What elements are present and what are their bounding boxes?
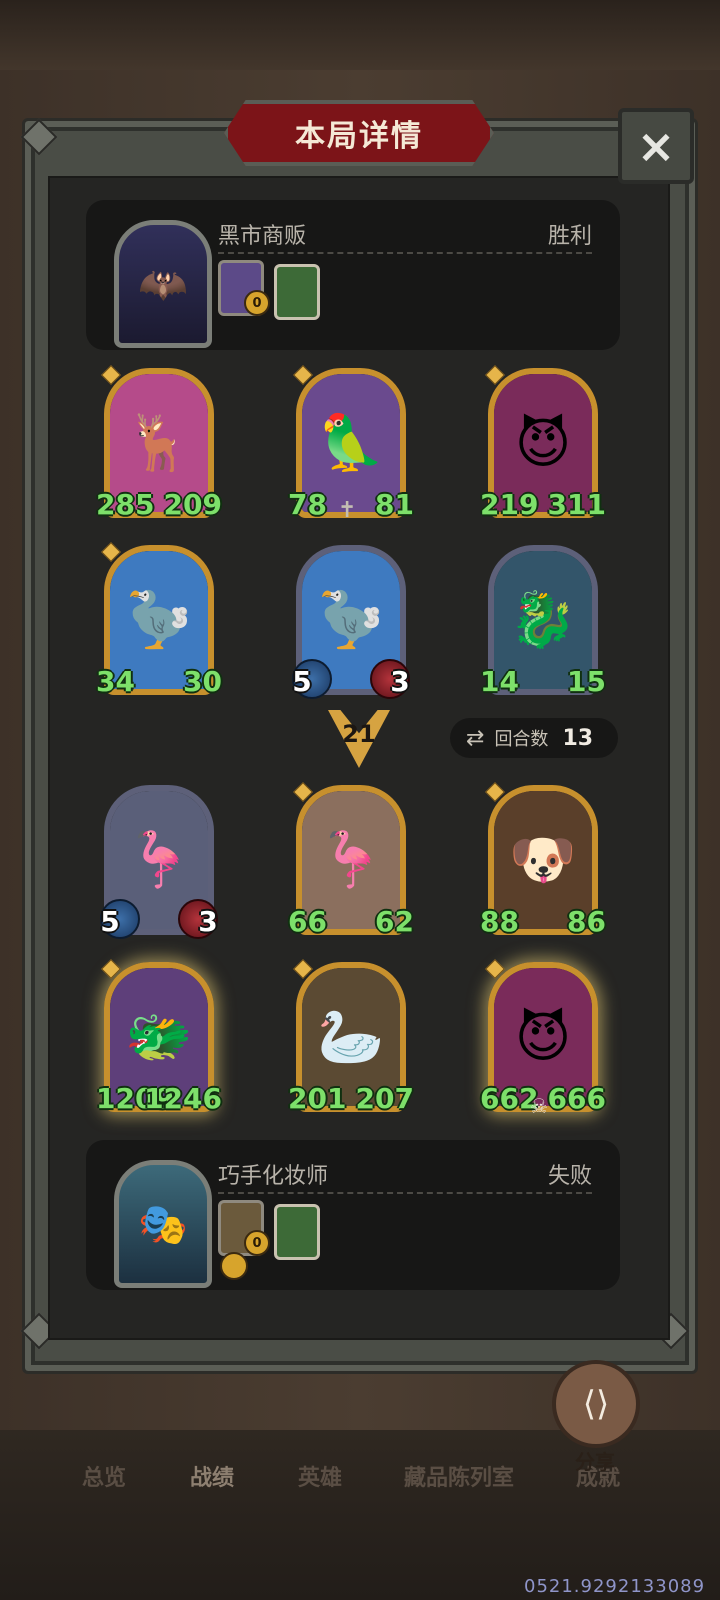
close-button[interactable]: × — [618, 108, 694, 184]
health-value: 209 — [163, 488, 222, 521]
nav-overview[interactable]: 总览 — [82, 1460, 126, 1492]
minion-card[interactable]: 🐶 88 86 — [480, 782, 606, 938]
minion-card[interactable]: 🐉 14 15 — [480, 545, 606, 698]
share-icon: ⟨⟩ — [582, 1384, 610, 1424]
loser-name: 巧手化妆师 — [218, 1164, 329, 1189]
health-value: 15 — [567, 665, 606, 698]
rounds-value: 13 — [562, 725, 594, 751]
nav-heroes[interactable]: 英雄 — [298, 1460, 342, 1492]
loser-portrait[interactable]: 🎭 — [114, 1160, 212, 1288]
attack-value: 34 — [96, 665, 135, 698]
health-value: 207 — [355, 1082, 414, 1115]
coin-count-badge: 0 — [244, 290, 270, 316]
coin-count-badge: 0 — [244, 1230, 270, 1256]
minion-card[interactable]: 🦌 285 209 — [96, 365, 222, 521]
winner-portrait[interactable]: 🦇 — [114, 220, 212, 348]
minion-card[interactable]: 🦤 34 30 — [96, 542, 222, 698]
rounds-badge: ⇄ 回合数 13 — [450, 718, 618, 758]
minion-card[interactable]: 😈 662 666 — [480, 959, 606, 1115]
health-value: 3 — [198, 905, 218, 938]
watermark: 0521.9292133089 — [524, 1576, 706, 1597]
health-value: 1246 — [144, 1082, 222, 1115]
attack-value: 5 — [292, 665, 312, 698]
damage-value: 21 — [342, 720, 376, 748]
grave-icon: ✝ — [338, 498, 357, 523]
book-icon[interactable] — [274, 264, 320, 320]
minion-card[interactable]: 🦜 78 81 — [288, 365, 414, 521]
dialog-title-banner: 本局详情 — [224, 100, 494, 166]
refresh-icon: ⇄ — [466, 725, 485, 751]
minion-card[interactable]: 😈 219 311 — [480, 365, 606, 521]
minion-card[interactable]: 🦢 201 207 — [288, 959, 414, 1115]
attack-value: 201 — [288, 1082, 347, 1115]
attack-value: 219 — [480, 488, 539, 521]
close-icon[interactable]: × — [637, 119, 676, 173]
minion-card[interactable]: 🦩 5 3 — [100, 785, 218, 939]
makeup-artist-hero-icon: 🎭 — [138, 1201, 188, 1248]
divider — [218, 1192, 592, 1194]
nav-collection[interactable]: 藏品陈列室 — [404, 1460, 514, 1492]
health-value: 86 — [567, 905, 606, 938]
attack-value: 88 — [480, 905, 519, 938]
winner-panel: 🦇 黑市商贩 胜利 0 — [86, 200, 620, 350]
minion-card[interactable]: 🦤 5 3 — [292, 545, 410, 699]
nav-records[interactable]: 战绩 — [190, 1460, 234, 1492]
minion-card[interactable]: 🐲 1209 1246 — [96, 959, 222, 1115]
health-value: 30 — [183, 665, 222, 698]
health-value: 666 — [547, 1082, 606, 1115]
attack-value: 285 — [96, 488, 155, 521]
coin-icon[interactable] — [220, 1252, 248, 1280]
skull-icon: ☠ — [530, 1094, 548, 1118]
share-label[interactable]: 分享 — [552, 1446, 638, 1475]
health-value: 81 — [375, 488, 414, 521]
loser-panel: 🎭 巧手化妆师 失败 0 — [86, 1140, 620, 1290]
share-button[interactable]: ⟨⟩ — [552, 1360, 640, 1448]
loser-result: 失败 — [547, 1164, 592, 1189]
dialog-title: 本局详情 — [295, 119, 423, 154]
winner-result: 胜利 — [547, 224, 592, 249]
winner-name: 黑市商贩 — [218, 224, 307, 249]
book-icon[interactable] — [274, 1204, 320, 1260]
divider — [218, 252, 592, 254]
health-value: 62 — [375, 905, 414, 938]
minion-card[interactable]: 🦩 66 62 — [288, 782, 414, 938]
bat-hero-icon: 🦇 — [138, 261, 188, 308]
attack-value: 78 — [288, 488, 327, 521]
attack-value: 5 — [100, 905, 120, 938]
health-value: 3 — [390, 665, 410, 698]
attack-value: 66 — [288, 905, 327, 938]
rounds-label: 回合数 — [494, 729, 549, 750]
attack-value: 14 — [480, 665, 519, 698]
health-value: 311 — [547, 488, 606, 521]
